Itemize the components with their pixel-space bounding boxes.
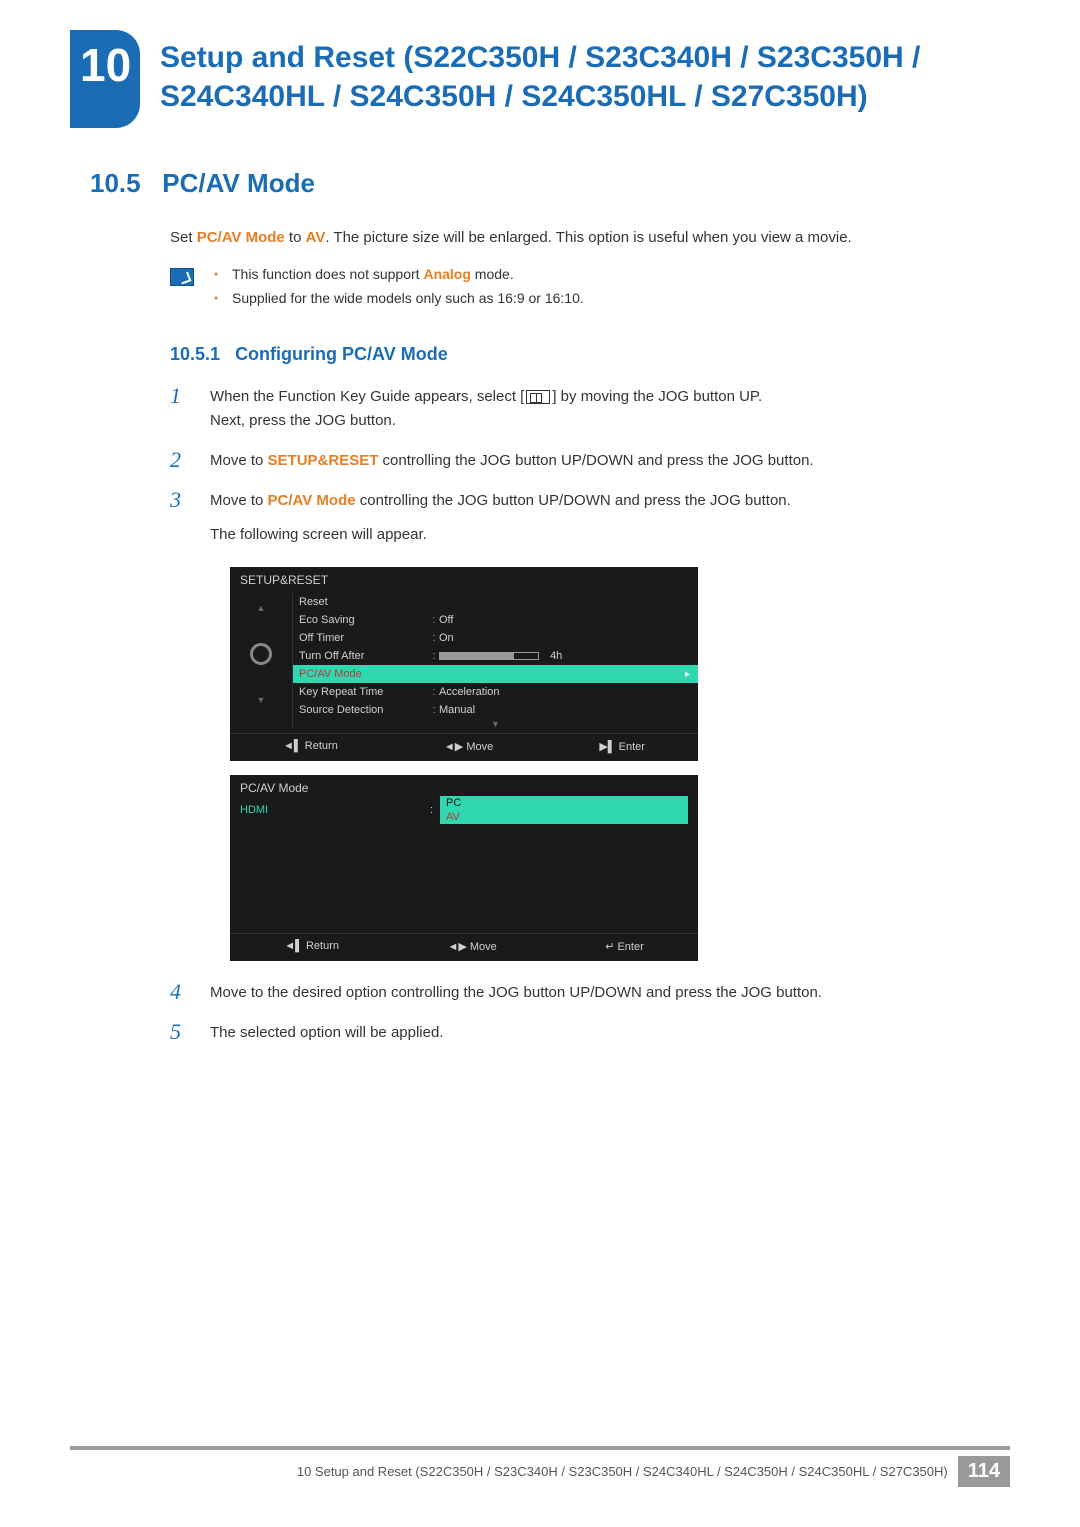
osd-row-reset[interactable]: Reset [293,593,698,611]
text: The following screen will appear. [210,523,1010,547]
section-title: PC/AV Mode [162,168,315,198]
text: Next, press the JOG button. [210,412,396,429]
chevron-right-icon: ▸ [685,669,690,680]
osd-option-av[interactable]: AV [440,810,688,824]
chapter-number-badge: 10 [70,30,140,128]
osd-footer: ◄▌ Return ◄▶ Move ▶▌ Enter [230,733,698,759]
osd-row-source-detection[interactable]: Source Detection : Manual [293,701,698,719]
text: controlling the JOG button UP/DOWN and p… [378,452,813,469]
page-footer: 10 Setup and Reset (S22C350H / S23C340H … [70,1446,1010,1487]
osd-footer: ◄▌ Return ◄▶ Move ↵ Enter [230,933,698,959]
osd-row-key-repeat-time[interactable]: Key Repeat Time : Acceleration [293,683,698,701]
osd-value: Manual [439,704,688,716]
osd-title: SETUP&RESET [230,567,698,593]
osd-label: Source Detection [299,704,429,716]
note-icon [170,268,194,286]
osd-value: 4h [550,650,562,662]
osd-hint-return: ◄▌ Return [284,940,339,953]
intro-paragraph: Set PC/AV Mode to AV. The picture size w… [170,229,1010,246]
osd-label: Turn Off After [299,650,429,662]
highlight-pc-av-mode: PC/AV Mode [268,492,356,509]
text: mode. [471,266,514,282]
text: The selected option will be applied. [210,1021,1010,1045]
highlight-pc-av-mode: PC/AV Mode [197,229,285,246]
highlight-av: AV [306,229,326,246]
osd-hint-enter: ▶▌ Enter [599,740,645,753]
text: . The picture size will be enlarged. Thi… [325,229,851,246]
highlight-setup-reset: SETUP&RESET [268,452,379,469]
step-1: 1 When the Function Key Guide appears, s… [170,385,1010,433]
highlight-analog: Analog [423,266,470,282]
step-number: 4 [170,981,190,1005]
osd-label: HDMI [240,804,430,816]
osd-row-pc-av-mode[interactable]: PC/AV Mode ▸ [293,665,698,683]
osd-value: On [439,632,688,644]
step-number: 3 [170,489,190,547]
text: ] by moving the JOG button UP. [552,388,762,405]
step-number: 5 [170,1021,190,1045]
menu-icon [526,390,550,404]
osd-label: Off Timer [299,632,429,644]
note-block: This function does not support Analog mo… [170,266,1010,314]
section-number: 10.5 [90,168,141,198]
osd-label: PC/AV Mode [299,668,429,680]
chapter-title: Setup and Reset (S22C350H / S23C340H / S… [160,38,1010,116]
page-number: 114 [958,1456,1010,1487]
subsection-heading: 10.5.1 Configuring PC/AV Mode [170,344,1010,365]
text: Move to [210,452,268,469]
progress-bar [439,652,539,660]
osd-value: Off [439,614,688,626]
note-item: This function does not support Analog mo… [214,266,584,282]
footer-text: 10 Setup and Reset (S22C350H / S23C340H … [297,1464,948,1479]
text: When the Function Key Guide appears, sel… [210,388,524,405]
text: Move to the desired option controlling t… [210,981,1010,1005]
text: controlling the JOG button UP/DOWN and p… [356,492,791,509]
subsection-title: Configuring PC/AV Mode [235,344,448,364]
text: to [285,229,306,246]
osd-hint-enter: ↵ Enter [605,940,644,953]
osd-hint-move: ◄▶ Move [444,740,493,753]
text: Move to [210,492,268,509]
note-item: Supplied for the wide models only such a… [214,290,584,306]
text: Set [170,229,197,246]
step-number: 1 [170,385,190,433]
osd-row-hdmi[interactable]: HDMI : PC AV [230,801,698,819]
text: This function does not support [232,266,423,282]
chapter-header: 10 Setup and Reset (S22C350H / S23C340H … [70,30,1010,128]
osd-label: Reset [299,596,429,608]
gear-icon [250,643,272,665]
osd-pc-av-mode: PC/AV Mode HDMI : PC AV ◄▌ Return ◄▶ Mov… [230,775,698,961]
osd-hint-return: ◄▌ Return [283,740,338,753]
subsection-number: 10.5.1 [170,344,220,364]
osd-option-pc[interactable]: PC [440,796,688,810]
step-5: 5 The selected option will be applied. [170,1021,1010,1045]
osd-row-off-timer[interactable]: Off Timer : On [293,629,698,647]
section-heading: 10.5 PC/AV Mode [90,168,1010,199]
osd-label: Key Repeat Time [299,686,429,698]
step-4: 4 Move to the desired option controlling… [170,981,1010,1005]
step-3: 3 Move to PC/AV Mode controlling the JOG… [170,489,1010,547]
osd-label: Eco Saving [299,614,429,626]
osd-hint-move: ◄▶ Move [447,940,496,953]
osd-row-turn-off-after[interactable]: Turn Off After : 4h [293,647,698,665]
step-number: 2 [170,449,190,473]
osd-row-eco-saving[interactable]: Eco Saving : Off [293,611,698,629]
osd-value: Acceleration [439,686,688,698]
step-2: 2 Move to SETUP&RESET controlling the JO… [170,449,1010,473]
osd-setup-reset: SETUP&RESET ▲ ▼ Reset Eco Saving : Off [230,567,698,761]
